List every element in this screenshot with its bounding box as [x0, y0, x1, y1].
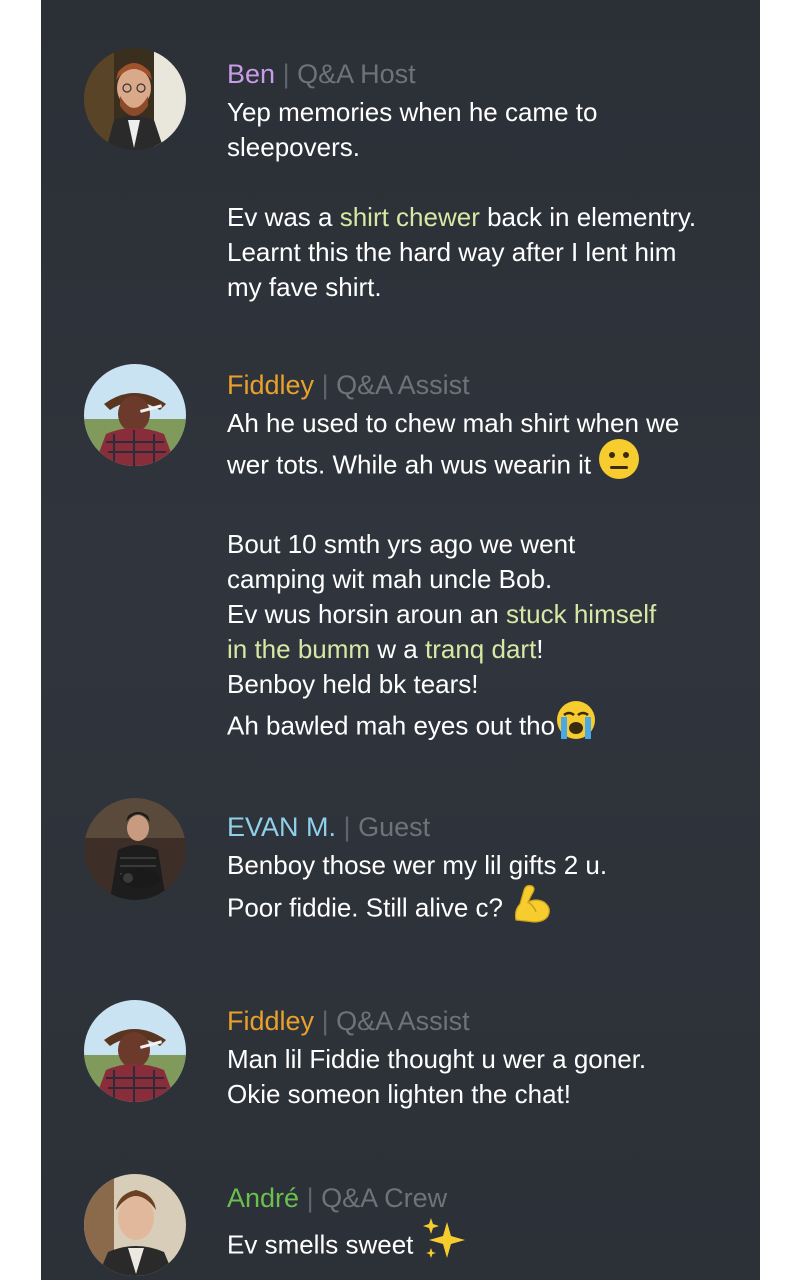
message-header: Ben | Q&A Host [227, 58, 757, 90]
message-line: Benboy held bk tears! [227, 669, 479, 699]
avatar-evan-icon [84, 798, 186, 900]
sparkles-icon [421, 1216, 467, 1271]
author-role: Guest [358, 812, 431, 842]
highlight-text: stuck himself [505, 599, 657, 629]
message-body: Ev smells sweet [227, 1216, 757, 1274]
message-line: Ah bawled mah eyes out tho [227, 699, 757, 753]
avatar-andre-icon [84, 1174, 186, 1276]
avatar-fiddley-icon [84, 364, 186, 466]
author-name[interactable]: Fiddley [227, 370, 314, 400]
author-role: Q&A Crew [321, 1183, 448, 1213]
message-line: wer tots. While ah wus wearin it [227, 438, 757, 492]
author-name[interactable]: Ben [227, 59, 275, 89]
author-role: Q&A Host [297, 59, 416, 89]
message-body: Benboy those wer my lil gifts 2 u. Poor … [227, 848, 757, 936]
message-line: Poor fiddie. Still alive c? [227, 883, 757, 936]
line-text: Poor fiddie. Still alive c? [227, 892, 511, 923]
message-line: Ev wus horsin aroun an stuck himself [227, 597, 757, 632]
message-header: EVAN M. | Guest [227, 811, 757, 843]
flexed-biceps-icon [510, 880, 554, 933]
avatar[interactable] [84, 1000, 186, 1102]
message-header: Fiddley | Q&A Assist [227, 1005, 757, 1037]
line-text: Ev smells sweet [227, 1229, 421, 1260]
message-line: camping wit mah uncle Bob. [227, 564, 553, 594]
message-body: Man lil Fiddie thought u wer a goner. Ok… [227, 1042, 757, 1112]
crying-face-icon [555, 699, 597, 750]
separator: | [282, 59, 290, 89]
message-body: Ah he used to chew mah shirt when we wer… [227, 406, 757, 753]
message-line: Bout 10 smth yrs ago we went [227, 529, 576, 559]
avatar[interactable] [84, 364, 186, 466]
message-line: Ah he used to chew mah shirt when we [227, 408, 680, 438]
message-line [227, 492, 757, 527]
avatar[interactable] [84, 48, 186, 150]
avatar[interactable] [84, 1174, 186, 1276]
separator: | [343, 812, 351, 842]
message-line: Benboy those wer my lil gifts 2 u. [227, 850, 608, 880]
line-text: wer tots. While ah wus wearin it [227, 449, 599, 480]
line-text: back in elementry. [479, 202, 697, 232]
chat-panel: Ben | Q&A Host Yep memories when he came… [41, 0, 760, 1280]
message-body: Yep memories when he came to sleepovers.… [227, 95, 757, 305]
line-text: w a [370, 634, 425, 664]
message-line: Okie someon lighten the chat! [227, 1079, 571, 1109]
line-text: ! [536, 634, 544, 664]
message-header: Fiddley | Q&A Assist [227, 369, 757, 401]
line-text: Ah bawled mah eyes out tho [227, 710, 556, 741]
message-line: Learnt this the hard way after I lent hi… [227, 237, 677, 267]
message-line: my fave shirt. [227, 272, 382, 302]
message-line: Ev smells sweet [227, 1216, 757, 1274]
author-name[interactable]: EVAN M. [227, 812, 336, 842]
highlight-text: shirt chewer [339, 202, 480, 232]
author-name[interactable]: André [227, 1183, 299, 1213]
author-name[interactable]: Fiddley [227, 1006, 314, 1036]
author-role: Q&A Assist [336, 1006, 470, 1036]
line-text: Ev was a [227, 202, 340, 232]
message-line: Man lil Fiddie thought u wer a goner. [227, 1044, 647, 1074]
separator: | [321, 1006, 329, 1036]
highlight-text: tranq dart [425, 634, 537, 664]
avatar-fiddley-icon [84, 1000, 186, 1102]
avatar[interactable] [84, 798, 186, 900]
highlight-text: in the bumm [227, 634, 371, 664]
message-header: André | Q&A Crew [227, 1182, 757, 1214]
message-line: sleepovers. [227, 132, 360, 162]
separator: | [321, 370, 329, 400]
message-line: Yep memories when he came to [227, 97, 598, 127]
separator: | [306, 1183, 314, 1213]
message-line: in the bumm w a tranq dart! [227, 632, 757, 667]
avatar-ben-icon [84, 48, 186, 150]
author-role: Q&A Assist [336, 370, 470, 400]
message-line: Ev was a shirt chewer back in elementry. [227, 200, 757, 235]
neutral-face-icon [598, 438, 640, 489]
message-line [227, 165, 757, 200]
line-text: Ev wus horsin aroun an [227, 599, 506, 629]
